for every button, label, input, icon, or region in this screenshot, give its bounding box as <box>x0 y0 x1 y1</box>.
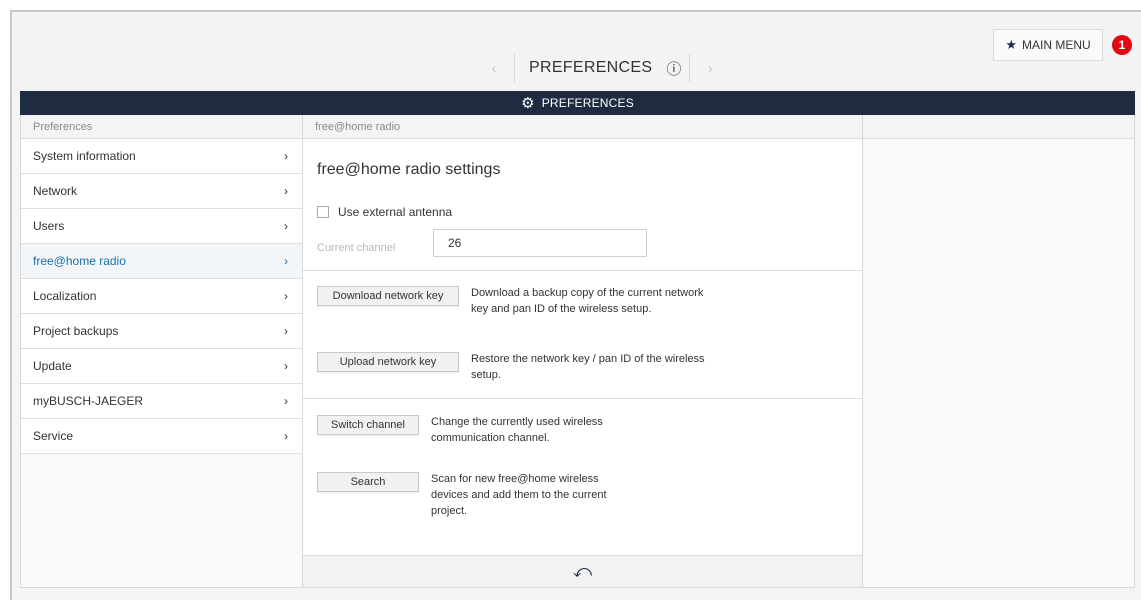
chevron-right-icon: › <box>284 148 288 163</box>
external-antenna-checkbox[interactable] <box>317 206 329 218</box>
current-channel-field: 26 <box>433 229 647 257</box>
sidebar-item-label: Service <box>33 428 74 443</box>
chevron-right-icon: › <box>284 288 288 303</box>
external-antenna-label: Use external antenna <box>338 205 453 219</box>
main-menu-label: MAIN MENU <box>1021 38 1091 52</box>
gear-icon: ⚙ <box>521 95 535 112</box>
sidebar-item-service[interactable]: Service › <box>21 419 302 454</box>
sidebar-item-label: free@home radio <box>33 253 126 268</box>
upload-network-key-description: Restore the network key / pan ID of the … <box>471 353 705 381</box>
section-header-label: PREFERENCES <box>541 96 634 110</box>
search-button[interactable]: Search <box>317 472 419 492</box>
notification-badge[interactable]: 1 <box>1112 35 1132 55</box>
chevron-right-icon: › <box>284 358 288 373</box>
wireless-channel-section: Switch channel Change the currently used… <box>303 399 862 555</box>
back-bar: ⤺ <box>303 555 862 587</box>
sidebar-item-label: Update <box>33 358 72 373</box>
chevron-right-icon: › <box>284 183 288 198</box>
divider <box>514 54 515 82</box>
question-circle-icon[interactable]: ⓘ <box>666 58 681 79</box>
chevron-right-icon: › <box>284 393 288 408</box>
sidebar-item-mybusch-jaeger[interactable]: myBUSCH-JAEGER › <box>21 384 302 419</box>
panels: Preferences System information › Network… <box>20 115 1135 588</box>
page-title: PREFERENCES <box>529 59 653 76</box>
sidebar-item-label: System information <box>33 148 136 163</box>
sidebar-item-label: Localization <box>33 288 97 303</box>
switch-channel-button[interactable]: Switch channel <box>317 415 419 435</box>
app-window: ‹ PREFERENCES ⓘ › ★ MAIN MENU 1 ⚙ PREFER… <box>10 10 1141 600</box>
divider <box>689 54 691 82</box>
upload-network-key-button[interactable]: Upload network key <box>317 352 459 372</box>
content-panel: free@home radio free@home radio settings… <box>303 115 863 587</box>
sidebar-item-network[interactable]: Network › <box>21 174 302 209</box>
sidebar-item-label: Network <box>33 183 78 198</box>
sidebar-item-localization[interactable]: Localization › <box>21 279 302 314</box>
chevron-right-icon: › <box>284 428 288 443</box>
download-network-key-description: Download a backup copy of the current ne… <box>471 287 704 315</box>
sidebar-item-label: Project backups <box>33 323 119 338</box>
page-navigator: ‹ PREFERENCES ⓘ › <box>482 50 722 86</box>
network-key-section: Download network key Download a backup c… <box>303 271 862 399</box>
search-description: Scan for new free@home wireless devices … <box>431 473 607 517</box>
content-heading: free@home radio <box>303 115 862 139</box>
external-antenna-option[interactable]: Use external antenna <box>317 205 452 219</box>
radio-settings-section: free@home radio settings Use external an… <box>303 139 862 271</box>
chevron-right-icon: › <box>284 323 288 338</box>
top-bar: ‹ PREFERENCES ⓘ › ★ MAIN MENU 1 <box>12 12 1141 90</box>
sidebar-item-project-backups[interactable]: Project backups › <box>21 314 302 349</box>
panel-title: free@home radio settings <box>317 161 501 178</box>
back-arrow-icon[interactable]: ⤺ <box>573 561 592 582</box>
download-network-key-button[interactable]: Download network key <box>317 286 459 306</box>
main-menu-button[interactable]: ★ MAIN MENU <box>993 29 1103 61</box>
sidebar-item-label: myBUSCH-JAEGER <box>33 393 144 408</box>
sidebar-item-update[interactable]: Update › <box>21 349 302 384</box>
sidebar: Preferences System information › Network… <box>21 115 303 587</box>
detail-panel-heading <box>863 115 1134 139</box>
sidebar-item-system-information[interactable]: System information › <box>21 139 302 174</box>
sidebar-item-free-home-radio[interactable]: free@home radio › <box>21 244 302 279</box>
section-header: ⚙ PREFERENCES <box>20 91 1135 115</box>
chevron-left-icon[interactable]: ‹ <box>482 60 506 76</box>
chevron-right-icon: › <box>284 218 288 233</box>
chevron-right-icon: › <box>284 253 288 268</box>
switch-channel-description: Change the currently used wireless commu… <box>431 416 603 444</box>
current-channel-label: Current channel <box>317 242 396 254</box>
star-icon: ★ <box>1005 37 1017 52</box>
detail-panel <box>863 115 1134 587</box>
chevron-right-icon[interactable]: › <box>698 60 722 76</box>
sidebar-item-users[interactable]: Users › <box>21 209 302 244</box>
sidebar-heading: Preferences <box>21 115 302 139</box>
sidebar-item-label: Users <box>33 218 65 233</box>
